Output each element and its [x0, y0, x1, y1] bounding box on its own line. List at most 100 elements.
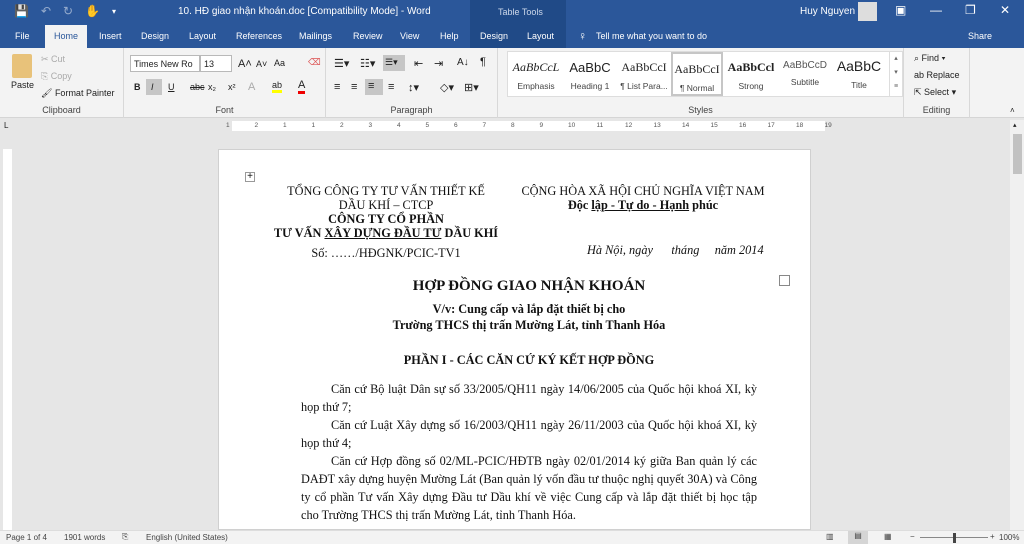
share-button[interactable]: Share — [968, 31, 992, 41]
borders-icon[interactable]: ⊞▾ — [464, 81, 479, 94]
bold-button[interactable]: B — [134, 82, 141, 92]
clear-formatting-icon[interactable]: ⌫ — [308, 57, 321, 68]
superscript-button[interactable]: x² — [228, 82, 236, 92]
tab-review[interactable]: Review — [353, 31, 383, 41]
tab-references[interactable]: References — [236, 31, 282, 41]
decrease-indent-icon[interactable]: ⇤ — [414, 57, 423, 70]
style-strong[interactable]: AaBbCcl Strong — [725, 52, 777, 96]
style-title[interactable]: AaBbC Title — [833, 52, 885, 96]
tab-selector[interactable]: L — [4, 121, 8, 130]
line-spacing-icon[interactable]: ↕▾ — [408, 81, 419, 94]
paragraph-label: Paragraph — [390, 105, 433, 115]
multilevel-list-icon[interactable]: ☰▾ — [383, 55, 405, 71]
numbering-icon[interactable]: ☷▾ — [360, 57, 375, 70]
tab-layout[interactable]: Layout — [189, 31, 216, 41]
zoom-in-button[interactable]: + — [990, 532, 995, 541]
styles-scroll[interactable]: ▴ ▾ ≡ — [889, 52, 902, 96]
cut-button[interactable]: ✂ Cut — [41, 54, 65, 65]
tab-view[interactable]: View — [400, 31, 419, 41]
tab-help[interactable]: Help — [440, 31, 459, 41]
contract-subtitle: V/v: Cung cấp và lắp đặt thiết bị cho Trư… — [392, 302, 666, 332]
zoom-slider-thumb[interactable] — [953, 533, 956, 543]
tab-table-layout[interactable]: Layout — [527, 31, 554, 41]
italic-button[interactable]: I — [146, 79, 162, 95]
user-name[interactable]: Huy Nguyen — [800, 6, 855, 17]
format-painter-button[interactable]: 🖌 Format Painter — [41, 88, 114, 99]
grow-font-icon[interactable]: A˄ — [238, 58, 252, 70]
ruler-tick-label: 14 — [682, 122, 690, 129]
language[interactable]: English (United States) — [146, 533, 228, 542]
horizontal-ruler[interactable]: 1 2 1 1 2 3 4 5 6 7 8 9 10 11 12 13 14 15 16 17 18 19 — [14, 120, 1010, 132]
copy-button[interactable]: ⎘ Copy — [41, 71, 72, 82]
restore-button[interactable]: ❐ — [965, 3, 976, 17]
window-title: 10. HĐ giao nhận khoán.doc [Compatibilit… — [178, 6, 431, 17]
close-button[interactable]: ✕ — [1000, 3, 1010, 17]
redo-icon[interactable]: ↻ — [63, 4, 73, 18]
shrink-font-icon[interactable]: A˅ — [256, 59, 267, 69]
paste-button[interactable]: Paste — [11, 80, 34, 90]
right-header: CỘNG HÒA XÃ HỘI CHỦ NGHĨA VIỆT NAM Độc l… — [515, 184, 771, 212]
tab-home[interactable]: Home — [45, 25, 88, 48]
minimize-button[interactable]: — — [930, 3, 942, 17]
avatar[interactable] — [858, 2, 877, 21]
sort-icon[interactable]: A↓ — [457, 57, 469, 68]
find-button[interactable]: ⌕ Find ▾ — [914, 53, 945, 64]
touch-mode-icon[interactable]: ✋ — [85, 4, 100, 18]
increase-indent-icon[interactable]: ⇥ — [434, 57, 443, 70]
font-name-select[interactable]: Times New Ro — [130, 55, 200, 72]
subscript-button[interactable]: x₂ — [208, 82, 216, 92]
align-center-icon[interactable]: ≡ — [351, 81, 357, 93]
tab-table-design[interactable]: Design — [480, 31, 508, 41]
font-size-select[interactable]: 13 — [200, 55, 232, 72]
align-left-icon[interactable]: ≡ — [334, 81, 340, 93]
zoom-level[interactable]: 100% — [999, 533, 1019, 542]
show-marks-icon[interactable]: ¶ — [480, 56, 486, 68]
highlight-icon[interactable]: ab — [272, 80, 283, 93]
vertical-scrollbar[interactable]: ▴ — [1010, 120, 1024, 530]
change-case-button[interactable]: Aa — [274, 58, 285, 68]
clipboard-label: Clipboard — [42, 105, 81, 115]
print-layout-icon[interactable]: ▤ — [848, 531, 868, 544]
font-color-icon[interactable]: A — [298, 79, 306, 94]
tab-mailings[interactable]: Mailings — [299, 31, 332, 41]
document-date: Hà Nội, ngày tháng năm 2014 — [587, 243, 764, 257]
style-subtitle[interactable]: AaBbCcD Subtitle — [779, 52, 831, 96]
zoom-out-button[interactable]: − — [910, 532, 915, 541]
page-count[interactable]: Page 1 of 4 — [6, 533, 47, 542]
scroll-thumb[interactable] — [1013, 134, 1022, 174]
style-normal[interactable]: AaBbCcI ¶ Normal — [671, 52, 723, 96]
select-button[interactable]: ⇱ Select ▾ — [914, 87, 956, 98]
justify-icon[interactable]: ≡ — [388, 81, 394, 93]
scroll-up-icon[interactable]: ▴ — [1013, 121, 1017, 129]
web-layout-icon[interactable]: ▦ — [884, 532, 892, 541]
tell-me-input[interactable]: Tell me what you want to do — [596, 31, 707, 41]
ribbon-display-icon[interactable]: ▣ — [895, 3, 906, 17]
collapse-ribbon-icon[interactable]: ˄ — [1010, 106, 1015, 115]
strikethrough-button[interactable]: abc — [190, 82, 205, 92]
bullets-icon[interactable]: ☰▾ — [334, 57, 349, 70]
align-right-icon[interactable]: ≡ — [365, 79, 383, 95]
paste-icon[interactable] — [12, 54, 32, 78]
tab-file[interactable]: File — [15, 31, 30, 41]
table-tools-context: Table Tools Design Layout — [470, 0, 566, 48]
read-mode-icon[interactable]: ▥ — [826, 532, 834, 541]
underline-button[interactable]: U — [168, 82, 175, 92]
table-move-handle-icon[interactable]: + — [245, 172, 255, 182]
tab-design[interactable]: Design — [141, 31, 169, 41]
undo-icon[interactable]: ↶ — [41, 4, 51, 18]
save-icon[interactable]: 💾 — [14, 4, 29, 18]
ribbon: Paste ✂ Cut ⎘ Copy 🖌 Format Painter Clip… — [0, 48, 1024, 118]
style-heading-1[interactable]: AaBbC Heading 1 — [564, 52, 616, 96]
shading-icon[interactable]: ◇▾ — [440, 81, 454, 94]
proofing-icon[interactable]: ⎘ — [122, 532, 128, 542]
customize-qat-icon[interactable]: ▾ — [112, 7, 116, 18]
replace-button[interactable]: ab Replace — [914, 70, 960, 80]
text-effects-icon[interactable]: A — [248, 81, 255, 93]
word-count[interactable]: 1901 words — [64, 533, 105, 542]
style-list-paragraph[interactable]: AaBbCcI ¶ List Para... — [618, 52, 670, 96]
document-page[interactable]: + TỔNG CÔNG TY TƯ VẤN THIẾT KẾ DẦU KHÍ –… — [218, 149, 811, 530]
tab-insert[interactable]: Insert — [99, 31, 122, 41]
vertical-ruler[interactable] — [0, 132, 14, 530]
style-emphasis[interactable]: AaBbCcL Emphasis — [510, 52, 562, 96]
lightbulb-icon: ♀ — [578, 29, 587, 43]
